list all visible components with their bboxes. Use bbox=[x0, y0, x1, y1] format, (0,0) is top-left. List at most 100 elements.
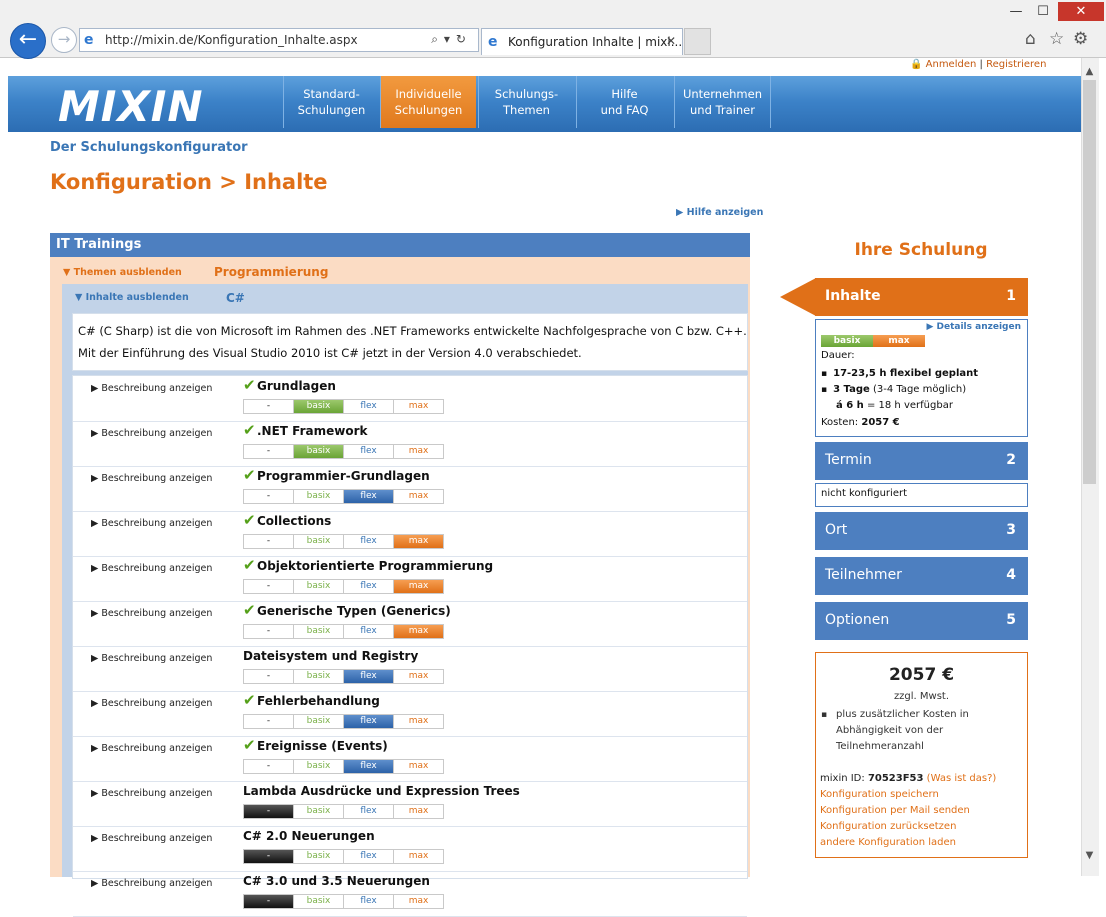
level-option-none[interactable]: - bbox=[244, 850, 293, 863]
level-option-max[interactable]: max bbox=[393, 670, 443, 683]
content-toggle-link[interactable]: ▼ Inhalte ausblenden bbox=[75, 292, 189, 303]
step-termin[interactable]: Termin 2 bbox=[815, 442, 1028, 480]
level-option-flex[interactable]: flex bbox=[343, 805, 393, 818]
load-config-link[interactable]: andere Konfiguration laden bbox=[820, 837, 956, 848]
show-description-link[interactable]: ▶ Beschreibung anzeigen bbox=[91, 428, 212, 439]
level-option-max[interactable]: max bbox=[393, 805, 443, 818]
level-option-max[interactable]: max bbox=[393, 490, 443, 503]
show-description-link[interactable]: ▶ Beschreibung anzeigen bbox=[91, 788, 212, 799]
level-option-basix[interactable]: basix bbox=[293, 850, 343, 863]
url-text[interactable]: http://mixin.de/Konfiguration_Inhalte.as… bbox=[105, 33, 358, 47]
level-option-basix[interactable]: basix bbox=[293, 715, 343, 728]
level-option-max[interactable]: max bbox=[393, 715, 443, 728]
level-option-basix[interactable]: basix bbox=[293, 580, 343, 593]
home-icon[interactable]: ⌂ bbox=[1025, 29, 1036, 49]
reset-config-link[interactable]: Konfiguration zurücksetzen bbox=[820, 821, 956, 832]
level-option-none[interactable]: - bbox=[244, 670, 293, 683]
show-description-link[interactable]: ▶ Beschreibung anzeigen bbox=[91, 878, 212, 889]
level-option-none[interactable]: - bbox=[244, 490, 293, 503]
browser-tab[interactable]: e Konfiguration Inhalte | mixi... ✕ bbox=[481, 28, 683, 55]
step-inhalte[interactable]: Inhalte 1 bbox=[780, 278, 1028, 316]
level-option-basix[interactable]: basix bbox=[293, 445, 343, 458]
new-tab-button[interactable] bbox=[684, 28, 711, 55]
level-option-max[interactable]: max bbox=[393, 445, 443, 458]
tab-close-icon[interactable]: ✕ bbox=[666, 34, 676, 48]
scroll-down-icon[interactable]: ▼ bbox=[1081, 850, 1098, 861]
show-description-link[interactable]: ▶ Beschreibung anzeigen bbox=[91, 383, 212, 394]
minimize-button[interactable]: — bbox=[1006, 2, 1026, 21]
level-option-flex[interactable]: flex bbox=[343, 850, 393, 863]
level-option-max[interactable]: max bbox=[393, 625, 443, 638]
level-option-none[interactable]: - bbox=[244, 445, 293, 458]
show-description-link[interactable]: ▶ Beschreibung anzeigen bbox=[91, 743, 212, 754]
maximize-button[interactable]: ☐ bbox=[1033, 2, 1053, 21]
level-option-none[interactable]: - bbox=[244, 715, 293, 728]
level-option-none[interactable]: - bbox=[244, 400, 293, 413]
scrollbar-thumb[interactable] bbox=[1083, 80, 1096, 484]
level-option-flex[interactable]: flex bbox=[343, 535, 393, 548]
show-description-link[interactable]: ▶ Beschreibung anzeigen bbox=[91, 608, 212, 619]
show-description-link[interactable]: ▶ Beschreibung anzeigen bbox=[91, 473, 212, 484]
nav-unternehmen-trainer[interactable]: Unternehmen und Trainer bbox=[674, 76, 771, 128]
level-option-flex[interactable]: flex bbox=[343, 445, 393, 458]
level-option-none[interactable]: - bbox=[244, 760, 293, 773]
level-option-max[interactable]: max bbox=[393, 400, 443, 413]
show-description-link[interactable]: ▶ Beschreibung anzeigen bbox=[91, 833, 212, 844]
level-option-max[interactable]: max bbox=[393, 895, 443, 908]
level-option-basix[interactable]: basix bbox=[293, 400, 343, 413]
mixin-logo[interactable]: MIXIN bbox=[58, 82, 204, 131]
level-option-basix[interactable]: basix bbox=[293, 625, 343, 638]
step-optionen[interactable]: Optionen 5 bbox=[815, 602, 1028, 640]
nav-hilfe-faq[interactable]: Hilfe und FAQ bbox=[576, 76, 672, 128]
level-option-max[interactable]: max bbox=[393, 535, 443, 548]
show-description-link[interactable]: ▶ Beschreibung anzeigen bbox=[91, 563, 212, 574]
level-option-flex[interactable]: flex bbox=[343, 670, 393, 683]
level-option-basix[interactable]: basix bbox=[293, 670, 343, 683]
show-description-link[interactable]: ▶ Beschreibung anzeigen bbox=[91, 698, 212, 709]
favorites-star-icon[interactable]: ☆ bbox=[1049, 29, 1064, 49]
gear-icon[interactable]: ⚙ bbox=[1073, 29, 1088, 49]
level-option-basix[interactable]: basix bbox=[293, 490, 343, 503]
module-row: ▶ Beschreibung anzeigen ✔ Ereignisse (Even… bbox=[73, 736, 747, 782]
save-config-link[interactable]: Konfiguration speichern bbox=[820, 789, 939, 800]
level-option-basix[interactable]: basix bbox=[293, 535, 343, 548]
forward-button[interactable]: → bbox=[51, 27, 77, 53]
nav-individuelle-schulungen[interactable]: Individuelle Schulungen bbox=[380, 76, 476, 128]
level-option-flex[interactable]: flex bbox=[343, 580, 393, 593]
step-ort[interactable]: Ort 3 bbox=[815, 512, 1028, 550]
level-option-max[interactable]: max bbox=[393, 580, 443, 593]
help-link[interactable]: ▶ Hilfe anzeigen bbox=[676, 207, 763, 218]
nav-standard-schulungen[interactable]: Standard- Schulungen bbox=[283, 76, 379, 128]
nav-schulungs-themen[interactable]: Schulungs- Themen bbox=[478, 76, 574, 128]
level-option-basix[interactable]: basix bbox=[293, 895, 343, 908]
register-link[interactable]: Registrieren bbox=[986, 59, 1046, 70]
theme-toggle-link[interactable]: ▼ Themen ausblenden bbox=[63, 267, 182, 278]
scroll-up-icon[interactable]: ▲ bbox=[1081, 66, 1098, 77]
level-option-max[interactable]: max bbox=[393, 850, 443, 863]
show-description-link[interactable]: ▶ Beschreibung anzeigen bbox=[91, 518, 212, 529]
address-bar[interactable]: e http://mixin.de/Konfiguration_Inhalte.… bbox=[79, 28, 479, 52]
level-option-flex[interactable]: flex bbox=[343, 490, 393, 503]
level-option-flex[interactable]: flex bbox=[343, 760, 393, 773]
whatis-link[interactable]: (Was ist das?) bbox=[923, 773, 997, 784]
level-option-flex[interactable]: flex bbox=[343, 895, 393, 908]
level-option-basix[interactable]: basix bbox=[293, 760, 343, 773]
address-tools[interactable]: ⌕▾↻ bbox=[431, 32, 472, 47]
level-option-none[interactable]: - bbox=[244, 535, 293, 548]
details-link[interactable]: ▶ Details anzeigen bbox=[926, 322, 1021, 332]
step-teilnehmer[interactable]: Teilnehmer 4 bbox=[815, 557, 1028, 595]
level-option-none[interactable]: - bbox=[244, 895, 293, 908]
level-option-none[interactable]: - bbox=[244, 580, 293, 593]
back-button[interactable]: ← bbox=[10, 23, 46, 59]
level-option-flex[interactable]: flex bbox=[343, 625, 393, 638]
level-option-basix[interactable]: basix bbox=[293, 805, 343, 818]
level-option-flex[interactable]: flex bbox=[343, 400, 393, 413]
mail-config-link[interactable]: Konfiguration per Mail senden bbox=[820, 805, 970, 816]
level-option-none[interactable]: - bbox=[244, 805, 293, 818]
level-option-flex[interactable]: flex bbox=[343, 715, 393, 728]
login-link[interactable]: Anmelden bbox=[926, 59, 977, 70]
level-option-max[interactable]: max bbox=[393, 760, 443, 773]
window-close-button[interactable]: ✕ bbox=[1058, 2, 1104, 21]
level-option-none[interactable]: - bbox=[244, 625, 293, 638]
show-description-link[interactable]: ▶ Beschreibung anzeigen bbox=[91, 653, 212, 664]
